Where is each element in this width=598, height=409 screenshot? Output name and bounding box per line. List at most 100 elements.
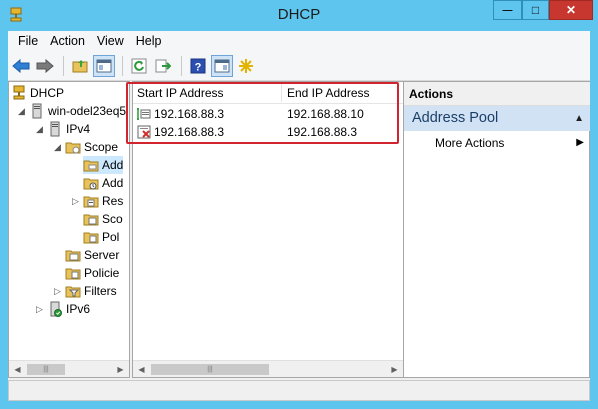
tree-label: win-odel23eq5 xyxy=(48,104,127,118)
tree-item-server[interactable]: win-odel23eq5 xyxy=(29,102,126,120)
help-button[interactable]: ? xyxy=(187,55,209,77)
help-icon: ? xyxy=(190,58,206,73)
policies-icon xyxy=(65,268,81,280)
filters-icon xyxy=(65,286,81,298)
tree-horizontal-scrollbar[interactable]: ◀ ||| ▶ xyxy=(9,360,129,377)
actions-pane: Actions Address Pool ▲ More Actions ▶ xyxy=(404,81,590,378)
collapse-arrow-icon[interactable]: ◢ xyxy=(36,124,43,135)
scroll-right-icon[interactable]: ▶ xyxy=(113,362,128,377)
tree-item-address-leases[interactable]: Add xyxy=(83,174,123,192)
list-horizontal-scrollbar[interactable]: ◀ ||| ▶ xyxy=(133,360,403,377)
tree-item-address-pool[interactable]: Add xyxy=(83,156,124,174)
tree-item-ipv6[interactable]: IPv6 xyxy=(47,300,90,318)
expand-arrow-icon[interactable]: ▷ xyxy=(72,196,79,207)
tree-item-scope[interactable]: Scope xyxy=(65,138,118,156)
tree-label: Scope xyxy=(84,140,119,154)
collapse-up-icon[interactable]: ▲ xyxy=(574,106,584,131)
tree-item-scope-options[interactable]: Sco xyxy=(83,210,123,228)
scroll-thumb[interactable]: ||| xyxy=(27,364,65,375)
tree-item-server-options[interactable]: Server xyxy=(65,246,119,264)
menu-file[interactable]: File xyxy=(12,31,44,51)
menu-view[interactable]: View xyxy=(91,31,130,51)
dhcp-window: DHCP — □ ✕ File Action View Help ? DHCP … xyxy=(0,0,598,409)
address-pool-folder-icon xyxy=(83,160,99,172)
more-actions-item[interactable]: More Actions ▶ xyxy=(404,133,590,153)
scope-options-folder-icon xyxy=(83,214,99,226)
tree-item-scope-policies[interactable]: Pol xyxy=(83,228,119,246)
more-actions-label: More Actions xyxy=(435,136,505,150)
toolbar: ? xyxy=(8,51,590,81)
tree-label: IPv6 xyxy=(66,302,91,316)
tree-label: Res xyxy=(102,194,124,208)
tree-label: Sco xyxy=(102,212,123,226)
new-scope-button[interactable] xyxy=(235,55,257,77)
tree-item-reservations[interactable]: Res xyxy=(83,192,123,210)
actions-header: Actions xyxy=(404,82,590,106)
minimize-button[interactable]: — xyxy=(493,0,522,20)
server-options-icon xyxy=(65,250,81,262)
tree-label: Server xyxy=(84,248,120,262)
maximize-button[interactable]: □ xyxy=(522,0,549,20)
tree-label: IPv4 xyxy=(66,122,91,136)
menu-bar: File Action View Help xyxy=(8,31,590,51)
server-icon xyxy=(32,103,42,119)
svg-text:?: ? xyxy=(195,61,202,73)
new-scope-star-icon xyxy=(239,58,253,73)
toolbar-separator xyxy=(122,55,123,76)
address-leases-folder-icon xyxy=(83,178,99,190)
close-icon: ✕ xyxy=(565,3,577,17)
console-tree[interactable]: DHCP ◢ win-odel23eq5 ◢ IPv4 ◢ Scope Add xyxy=(8,81,130,378)
forward-arrow-icon xyxy=(36,58,54,73)
back-arrow-icon xyxy=(12,58,30,73)
scroll-left-icon[interactable]: ◀ xyxy=(10,362,25,377)
collapse-arrow-icon[interactable]: ◢ xyxy=(18,106,25,117)
show-hide-console-tree-button[interactable] xyxy=(93,54,115,77)
tree-label: Filters xyxy=(84,284,117,298)
scroll-right-icon[interactable]: ▶ xyxy=(387,362,402,377)
up-folder-icon xyxy=(72,59,88,72)
submenu-arrow-icon: ▶ xyxy=(576,137,584,148)
menu-help[interactable]: Help xyxy=(130,31,168,51)
scope-folder-icon xyxy=(65,142,81,154)
tree-item-ipv4[interactable]: IPv4 xyxy=(47,120,90,138)
menu-action[interactable]: Action xyxy=(44,31,91,51)
close-button[interactable]: ✕ xyxy=(549,0,593,20)
ipv4-icon xyxy=(50,121,60,137)
show-hide-tree-icon xyxy=(96,59,112,72)
tree-label: Policie xyxy=(84,266,120,280)
show-hide-action-pane-button[interactable] xyxy=(211,54,233,77)
refresh-button[interactable] xyxy=(128,55,150,77)
status-bar xyxy=(8,380,590,401)
expand-arrow-icon[interactable]: ▷ xyxy=(36,304,43,315)
reservations-folder-icon xyxy=(83,196,99,208)
policies-folder-icon xyxy=(83,232,99,244)
actions-section-label: Address Pool xyxy=(412,110,499,126)
scroll-thumb[interactable]: ||| xyxy=(151,364,269,375)
forward-button[interactable] xyxy=(34,55,56,77)
tree-item-dhcp[interactable]: DHCP xyxy=(11,84,64,102)
maximize-icon: □ xyxy=(531,3,540,17)
highlight-annotation xyxy=(126,82,399,144)
collapse-arrow-icon[interactable]: ◢ xyxy=(54,142,61,153)
scroll-left-icon[interactable]: ◀ xyxy=(134,362,149,377)
back-button[interactable] xyxy=(10,55,32,77)
tree-label: Add xyxy=(102,176,124,190)
tree-item-filters[interactable]: Filters xyxy=(65,282,117,300)
expand-arrow-icon[interactable]: ▷ xyxy=(54,286,61,297)
tree-item-policies[interactable]: Policie xyxy=(65,264,119,282)
toolbar-separator xyxy=(181,55,182,76)
ipv6-icon xyxy=(50,301,62,317)
actions-section-address-pool[interactable]: Address Pool ▲ xyxy=(404,106,590,131)
minimize-icon: — xyxy=(502,4,513,16)
dhcp-root-icon xyxy=(13,85,25,100)
toolbar-separator xyxy=(63,55,64,76)
up-one-level-button[interactable] xyxy=(69,55,91,77)
refresh-icon xyxy=(131,58,147,73)
title-bar[interactable]: DHCP — □ ✕ xyxy=(0,0,598,31)
tree-label: DHCP xyxy=(30,86,65,100)
tree-label: Pol xyxy=(102,230,120,244)
tree-label: Add xyxy=(102,158,124,172)
properties-pane-icon xyxy=(214,59,230,72)
export-list-icon xyxy=(155,59,171,72)
export-list-button[interactable] xyxy=(152,55,174,77)
